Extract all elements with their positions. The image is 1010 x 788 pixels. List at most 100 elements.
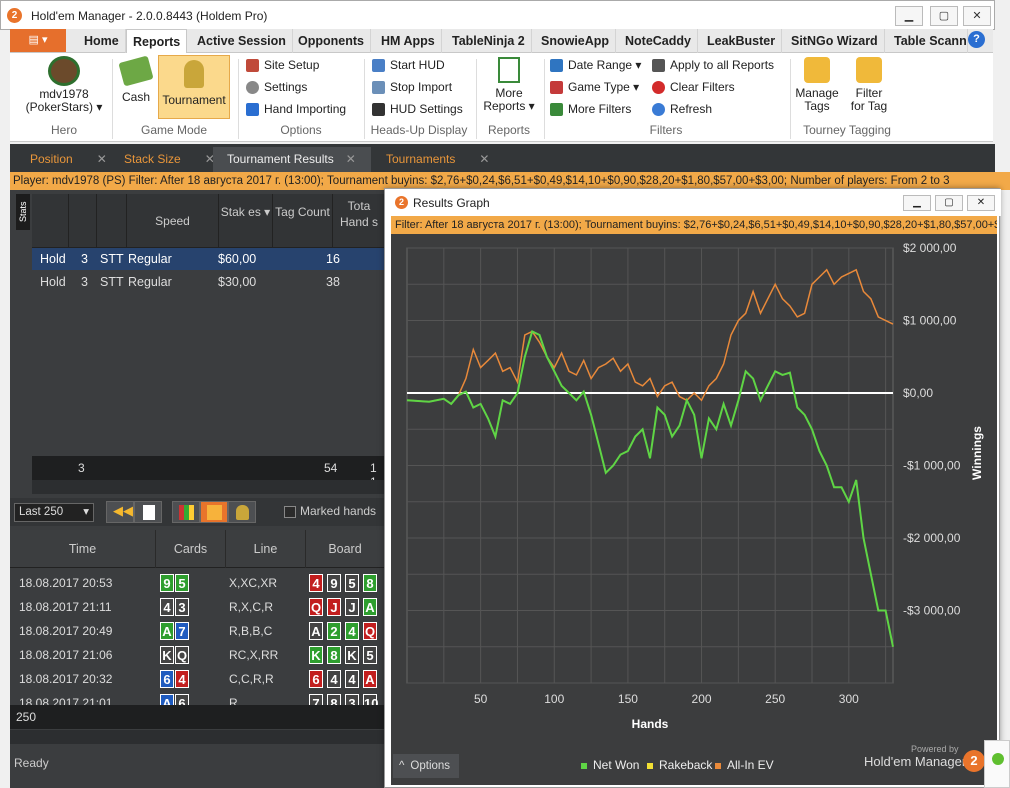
graph-close-button[interactable]: ✕ — [967, 195, 995, 211]
game-type-icon — [550, 81, 563, 95]
tray-icon[interactable] — [984, 740, 1010, 788]
stats-row[interactable]: Hold 3 STT Regular $60,00 16 — [32, 248, 385, 270]
app-menu-button[interactable]: ▤ ▾ — [10, 29, 66, 52]
maximize-button[interactable]: ▢ — [930, 6, 958, 26]
board-card: Q — [363, 622, 377, 640]
hands-count-box[interactable]: 250 — [10, 705, 385, 729]
heatmap-button[interactable] — [200, 501, 228, 523]
clear-filters-button[interactable]: Clear Filters — [652, 78, 735, 96]
grid-horizontal-scrollbar[interactable] — [32, 480, 385, 494]
tab-notecaddy[interactable]: NoteCaddy — [619, 29, 698, 53]
status-text: Ready — [14, 756, 49, 770]
hand-row[interactable]: 18.08.2017 21:06 K Q RC,X,RR K 8 K 5 — [10, 643, 385, 667]
site-setup-button[interactable]: Site Setup — [246, 56, 319, 74]
tab-table-scanner[interactable]: Table Scanner — [888, 29, 968, 53]
board-card: K — [309, 646, 323, 664]
hole-card: K — [160, 646, 174, 664]
tab-active-session[interactable]: Active Session — [191, 29, 293, 53]
board-card: J — [327, 598, 341, 616]
cell-players: 3 — [81, 275, 88, 289]
col-header-stakes[interactable]: Stak es ▾ — [218, 194, 272, 248]
hand-row[interactable]: 18.08.2017 20:32 6 4 C,C,R,R 6 4 4 A — [10, 667, 385, 691]
tab-snowieapp[interactable]: SnowieApp — [535, 29, 617, 53]
stop-import-button[interactable]: Stop Import — [372, 78, 452, 96]
cell-stakes: $60,00 — [218, 252, 257, 266]
tab-reports[interactable]: Reports — [126, 29, 188, 53]
start-hud-button[interactable]: Start HUD — [372, 56, 445, 74]
tab-hm-apps[interactable]: HM Apps — [375, 29, 442, 53]
board-card: Q — [309, 598, 323, 616]
cash-button[interactable]: Cash — [116, 55, 156, 104]
doc-tab-tournaments[interactable]: Tournaments ✕ — [376, 147, 496, 172]
results-panel: Stats Speed Stak es ▾ Tag Count Tota Han… — [10, 190, 385, 788]
range-grid-button[interactable] — [172, 501, 200, 523]
tab-leakbuster[interactable]: LeakBuster — [701, 29, 783, 53]
options-group-label: Options — [280, 123, 322, 137]
close-button[interactable]: ✕ — [963, 6, 991, 26]
col-header-speed[interactable]: Speed — [126, 194, 218, 248]
hole-card: Q — [175, 646, 189, 664]
col-header-cards[interactable]: Cards — [156, 530, 226, 568]
tournament-button[interactable]: Tournament — [158, 55, 230, 119]
board-card: A — [363, 598, 377, 616]
calendar-icon — [550, 59, 563, 73]
hand-importing-button[interactable]: Hand Importing — [246, 100, 346, 118]
hands-horizontal-scrollbar[interactable] — [10, 730, 385, 744]
col-header-line[interactable]: Line — [226, 530, 306, 568]
graph-minimize-button[interactable]: ▁ — [903, 195, 931, 211]
tab-sitngo-wizard[interactable]: SitNGo Wizard — [785, 29, 885, 53]
refresh-button[interactable]: Refresh — [652, 100, 712, 118]
manage-tags-button[interactable]: Manage Tags — [792, 57, 842, 113]
doc-tab-tournament-results[interactable]: Tournament Results ✕ — [213, 147, 371, 172]
doc-tab-position[interactable]: Position ✕ — [20, 147, 118, 172]
help-icon[interactable]: ? — [968, 31, 985, 48]
marked-hands-checkbox[interactable] — [284, 506, 296, 518]
rewind-button[interactable]: ◀◀ — [106, 501, 134, 523]
tab-opponents[interactable]: Opponents — [292, 29, 371, 53]
trophy-icon — [184, 60, 204, 88]
col-header[interactable] — [68, 194, 96, 248]
tab-home[interactable]: Home — [78, 29, 126, 53]
stats-row[interactable]: Hold 3 STT Regular $30,00 38 — [32, 271, 385, 293]
date-range-button[interactable]: Date Range ▾ — [550, 56, 641, 74]
more-reports-button[interactable]: More Reports ▾ — [480, 57, 538, 113]
hand-line: X,XC,XR — [229, 576, 278, 590]
start-hud-icon — [372, 59, 385, 73]
hand-row[interactable]: 18.08.2017 20:49 A 7 R,B,B,C A 2 4 Q — [10, 619, 385, 643]
more-filters-button[interactable]: More Filters — [550, 100, 631, 118]
apply-all-reports-button[interactable]: Apply to all Reports — [652, 56, 774, 74]
tab-tableninja[interactable]: TableNinja 2 — [446, 29, 532, 53]
board-card: 4 — [327, 670, 341, 688]
filter-for-tag-button[interactable]: Filter for Tag — [844, 57, 894, 113]
date-range-label: Date Range ▾ — [568, 58, 642, 72]
doc-tab-stack-size[interactable]: Stack Size ✕ — [114, 147, 218, 172]
minimize-button[interactable]: ▁ — [895, 6, 923, 26]
close-tab-icon[interactable]: ✕ — [479, 152, 489, 166]
options-button[interactable]: ^ Options — [393, 754, 459, 778]
results-graph-window: 2 Results Graph ▁ ▢ ✕ Filter: After 18 а… — [384, 188, 1001, 788]
close-tab-icon[interactable]: ✕ — [346, 152, 356, 166]
trophy-button[interactable] — [228, 501, 256, 523]
grid-icon — [179, 505, 194, 520]
graph-maximize-button[interactable]: ▢ — [935, 195, 963, 211]
menu-bar: ▤ ▾ Home Reports Active Session Opponent… — [10, 29, 993, 53]
col-header-time[interactable]: Time — [10, 530, 156, 568]
last-hands-select[interactable]: Last 250 ▾ — [14, 503, 94, 522]
col-header-tag-count[interactable]: Tag Count — [272, 194, 332, 248]
hero-selector[interactable]: mdv1978 (PokerStars) ▾ — [20, 56, 108, 114]
hand-row[interactable]: 18.08.2017 20:53 9 5 X,XC,XR 4 9 5 8 — [10, 571, 385, 595]
settings-button[interactable]: Settings — [246, 78, 307, 96]
game-type-button[interactable]: Game Type ▾ — [550, 78, 639, 96]
col-header-total-hands[interactable]: Tota Hand s — [332, 194, 385, 248]
col-header-board[interactable]: Board — [306, 530, 385, 568]
close-tab-icon[interactable]: ✕ — [97, 152, 107, 166]
stats-side-tab[interactable]: Stats — [16, 194, 30, 230]
ribbon-separator — [790, 59, 791, 139]
col-header[interactable] — [96, 194, 126, 248]
legend-label: Net Won — [593, 758, 640, 772]
legend-swatch — [647, 762, 653, 769]
hud-settings-button[interactable]: HUD Settings — [372, 100, 463, 118]
replayer-button[interactable] — [134, 501, 162, 523]
hand-row[interactable]: 18.08.2017 21:11 4 3 R,X,C,R Q J J A — [10, 595, 385, 619]
hud-settings-label: HUD Settings — [390, 102, 463, 116]
